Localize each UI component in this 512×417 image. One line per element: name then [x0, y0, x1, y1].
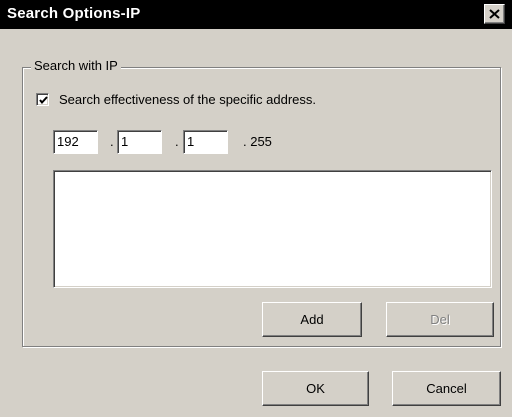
del-button[interactable]: Del	[386, 302, 494, 337]
close-icon	[489, 9, 500, 19]
ip-octet-2-field[interactable]: 1	[117, 130, 162, 154]
checkbox-label[interactable]: Search effectiveness of the specific add…	[59, 92, 316, 107]
ip-list-box[interactable]	[53, 170, 492, 288]
ip-octet-4-label: . 255	[243, 134, 272, 149]
dialog-window: Search Options-IP Search with IP Search …	[0, 0, 512, 417]
close-button[interactable]	[484, 4, 505, 24]
add-button[interactable]: Add	[262, 302, 362, 337]
ip-separator-1: .	[110, 134, 114, 149]
ip-separator-2: .	[175, 134, 179, 149]
ok-button[interactable]: OK	[262, 371, 369, 406]
group-label: Search with IP	[31, 58, 121, 73]
ip-octet-3-field[interactable]: 1	[183, 130, 228, 154]
search-specific-address-checkbox[interactable]	[36, 93, 49, 106]
title-bar[interactable]: Search Options-IP	[0, 0, 512, 29]
checkmark-icon	[39, 96, 48, 105]
cancel-button[interactable]: Cancel	[392, 371, 501, 406]
window-title: Search Options-IP	[7, 5, 141, 22]
ip-octet-1-field[interactable]: 192	[53, 130, 98, 154]
